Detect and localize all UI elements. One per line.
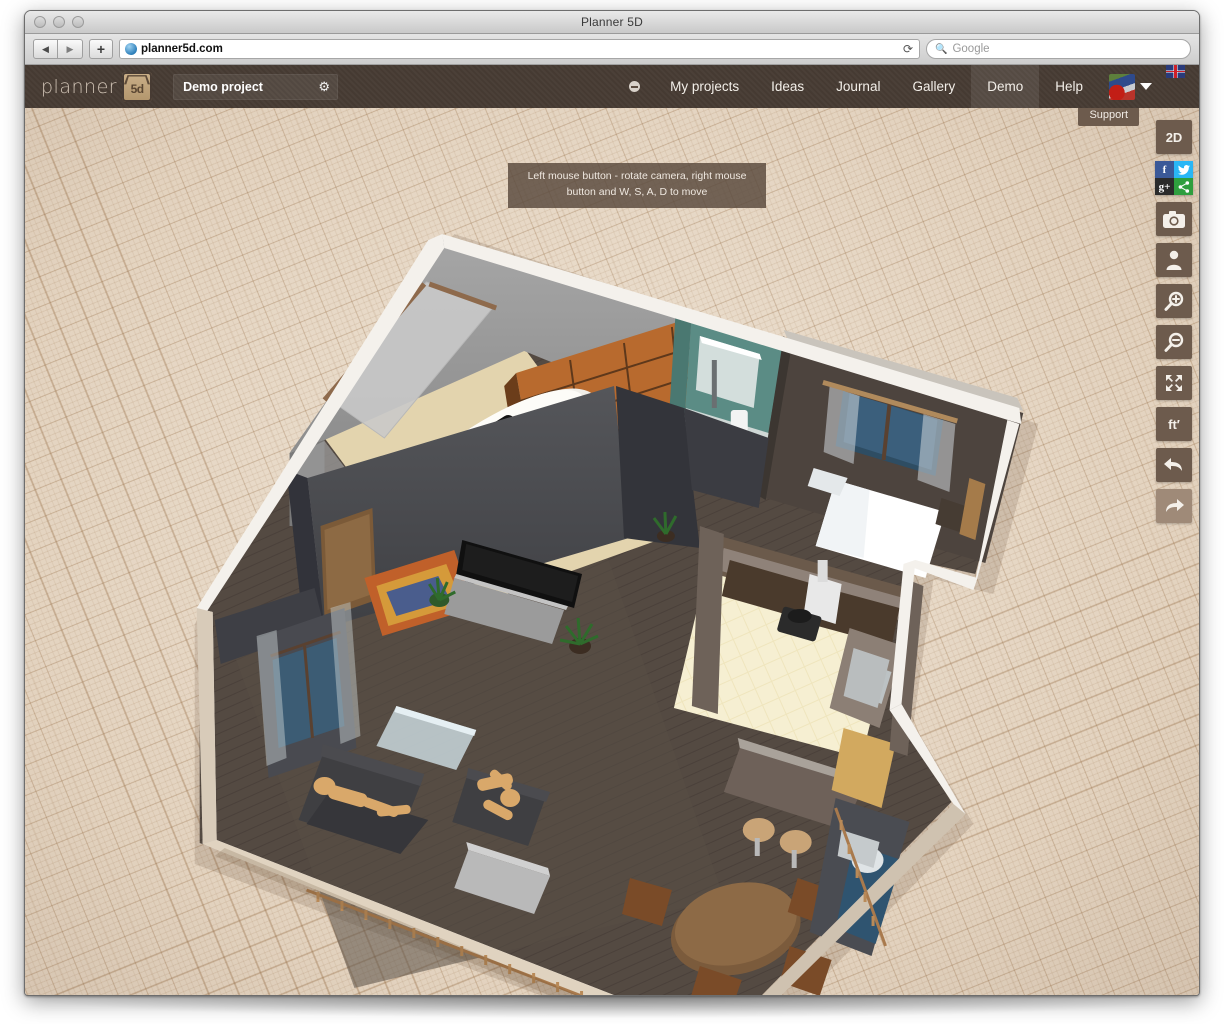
social-share-buttons[interactable]: f g+ [1155, 161, 1193, 195]
expand-arrows-icon [1164, 373, 1184, 393]
logo-badge-text: 5d [131, 82, 144, 96]
redo-arrow-icon [1163, 496, 1185, 516]
account-menu[interactable] [1099, 65, 1158, 108]
os-window: Planner 5D ◀ ▶ + planner5d.com ⟳ 🔍 Googl… [24, 10, 1200, 996]
forward-button[interactable]: ▶ [58, 39, 83, 59]
window-titlebar: Planner 5D [25, 11, 1199, 34]
window-drop-shadow [24, 996, 1200, 1018]
facebook-icon[interactable]: f [1155, 161, 1174, 178]
view-mode-2d-button[interactable]: 2D [1156, 120, 1192, 154]
project-name-value: Demo project [183, 80, 263, 94]
support-tab[interactable]: Support [1078, 108, 1139, 126]
search-icon: 🔍 [935, 44, 947, 55]
grid-floor [25, 108, 1199, 996]
undo-arrow-icon [1163, 455, 1185, 475]
fullscreen-button[interactable] [1156, 366, 1192, 400]
app-header: planner 5d Demo project ⚙ My projects Id… [25, 65, 1199, 108]
add-person-button[interactable] [1156, 243, 1192, 277]
logo-house-badge-icon: 5d [122, 72, 152, 102]
nav-item-gallery[interactable]: Gallery [896, 65, 971, 108]
share-nodes-glyph [1178, 181, 1190, 193]
avatar[interactable] [1109, 74, 1135, 100]
camera-icon [1163, 211, 1185, 228]
minus-circle-icon [629, 81, 640, 92]
window-title: Planner 5D [25, 15, 1199, 29]
camera-controls-hint: Left mouse button - rotate camera, right… [508, 163, 766, 208]
nav-item-help[interactable]: Help [1039, 65, 1099, 108]
chevron-down-icon[interactable] [1140, 83, 1152, 90]
zoom-in-button[interactable] [1156, 284, 1192, 318]
zoom-out-button[interactable] [1156, 325, 1192, 359]
search-input[interactable]: 🔍 Google [926, 39, 1191, 59]
redo-button[interactable] [1156, 489, 1192, 523]
reload-icon[interactable]: ⟳ [903, 42, 913, 56]
navigation-buttons[interactable]: ◀ ▶ [33, 39, 83, 59]
screenshot-button[interactable] [1156, 202, 1192, 236]
address-bar-url: planner5d.com [141, 43, 223, 55]
main-navigation: My projects Ideas Journal Gallery Demo H… [615, 65, 1199, 108]
share-icon[interactable] [1174, 178, 1193, 195]
nav-item-journal[interactable]: Journal [820, 65, 896, 108]
google-plus-icon[interactable]: g+ [1155, 178, 1174, 195]
globe-icon [125, 43, 137, 55]
new-tab-button[interactable]: + [89, 39, 113, 59]
gear-icon[interactable]: ⚙ [318, 80, 330, 93]
search-placeholder: Google [952, 43, 989, 55]
person-icon [1165, 250, 1183, 270]
nav-item-demo[interactable]: Demo [971, 65, 1039, 108]
design-viewport-3d[interactable]: Left mouse button - rotate camera, right… [25, 108, 1199, 996]
project-name-field[interactable]: Demo project ⚙ [173, 74, 338, 100]
magnifier-minus-icon [1164, 332, 1185, 353]
units-button[interactable]: ft′ [1156, 407, 1192, 441]
nav-item-my-projects[interactable]: My projects [654, 65, 755, 108]
back-button[interactable]: ◀ [33, 39, 58, 59]
undo-button[interactable] [1156, 448, 1192, 482]
twitter-bird-glyph [1178, 165, 1190, 175]
logo-wordmark: planner [41, 76, 117, 98]
menu-toggle-button[interactable] [615, 65, 654, 108]
planner5d-logo[interactable]: planner 5d [41, 72, 152, 102]
twitter-icon[interactable] [1174, 161, 1193, 178]
language-flag-icon[interactable] [1166, 65, 1185, 78]
planner5d-app: planner 5d Demo project ⚙ My projects Id… [25, 65, 1199, 996]
browser-toolbar: ◀ ▶ + planner5d.com ⟳ 🔍 Google [25, 34, 1199, 65]
magnifier-plus-icon [1164, 291, 1185, 312]
nav-item-ideas[interactable]: Ideas [755, 65, 820, 108]
address-bar[interactable]: planner5d.com ⟳ [119, 39, 920, 59]
viewport-toolbar: 2D f g+ [1155, 120, 1193, 523]
